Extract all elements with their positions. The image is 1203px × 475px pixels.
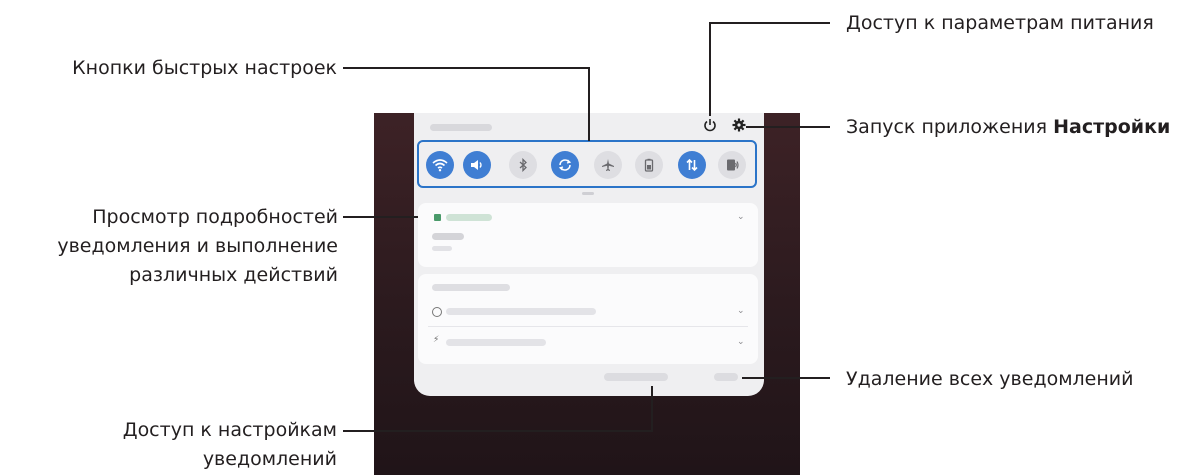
blurred-app-name xyxy=(446,214,492,221)
leader-line-settings xyxy=(746,126,830,128)
power-icon[interactable] xyxy=(703,118,717,135)
callout-launch-settings-bold: Настройки xyxy=(1053,116,1171,138)
divider xyxy=(428,326,748,327)
leader-line-power-drop xyxy=(709,22,711,116)
leader-line-clear-all xyxy=(742,377,830,379)
notification-card[interactable]: ⌄ xyxy=(418,203,758,267)
callout-clear-all: Удаление всех уведомлений xyxy=(846,368,1134,390)
item-icon xyxy=(432,307,442,317)
callout-notification-details-line3: различных действий xyxy=(129,264,338,286)
leader-line-quick-settings xyxy=(343,67,589,69)
callout-launch-settings-prefix: Запуск приложения xyxy=(846,116,1048,138)
blurred-group-title xyxy=(432,284,510,291)
blurred-notification-body xyxy=(432,246,452,251)
callout-notification-settings-line2: уведомлений xyxy=(202,448,337,470)
sound-icon[interactable] xyxy=(463,151,491,179)
chevron-down-icon[interactable]: ⌄ xyxy=(737,213,745,222)
callout-power-options: Доступ к параметрам питания xyxy=(846,12,1154,34)
blurred-item-text xyxy=(446,339,546,346)
leader-line-notification-details xyxy=(343,216,418,218)
leader-line-power xyxy=(709,22,830,24)
auto-rotate-icon[interactable] xyxy=(551,151,579,179)
clear-all-button[interactable] xyxy=(714,373,738,381)
callout-notification-settings-line1: Доступ к настройкам xyxy=(122,419,337,441)
notification-settings-button[interactable] xyxy=(604,373,668,381)
drag-handle[interactable] xyxy=(582,192,594,195)
notification-group-card[interactable]: ⌄ ⚡ ⌄ xyxy=(418,274,758,364)
blurred-item-text xyxy=(446,308,596,315)
nfc-icon[interactable] xyxy=(718,151,746,179)
callout-notification-details-line1: Просмотр подробностей xyxy=(92,206,338,228)
callout-quick-settings: Кнопки быстрых настроек xyxy=(72,57,337,79)
callout-launch-settings: Запуск приложения Настройки xyxy=(846,113,1170,142)
chevron-down-icon[interactable]: ⌄ xyxy=(737,338,745,347)
mobile-data-icon[interactable] xyxy=(678,151,706,179)
leader-line-quick-settings-drop xyxy=(588,67,590,141)
bluetooth-icon[interactable] xyxy=(509,151,537,179)
callout-notification-details-line2: уведомления и выполнение xyxy=(57,235,338,257)
power-saving-icon[interactable] xyxy=(635,151,663,179)
leader-line-notification-settings-rise xyxy=(651,386,653,432)
bolt-icon: ⚡ xyxy=(433,335,440,345)
chevron-down-icon[interactable]: ⌄ xyxy=(737,307,745,316)
blurred-date-text xyxy=(430,124,492,131)
blurred-notification-title xyxy=(432,233,464,240)
wifi-icon[interactable] xyxy=(426,151,454,179)
app-icon xyxy=(434,214,441,221)
airplane-mode-icon[interactable] xyxy=(594,151,622,179)
quick-settings-row xyxy=(417,140,757,188)
gear-icon[interactable] xyxy=(732,118,746,135)
leader-line-notification-settings xyxy=(343,430,652,432)
